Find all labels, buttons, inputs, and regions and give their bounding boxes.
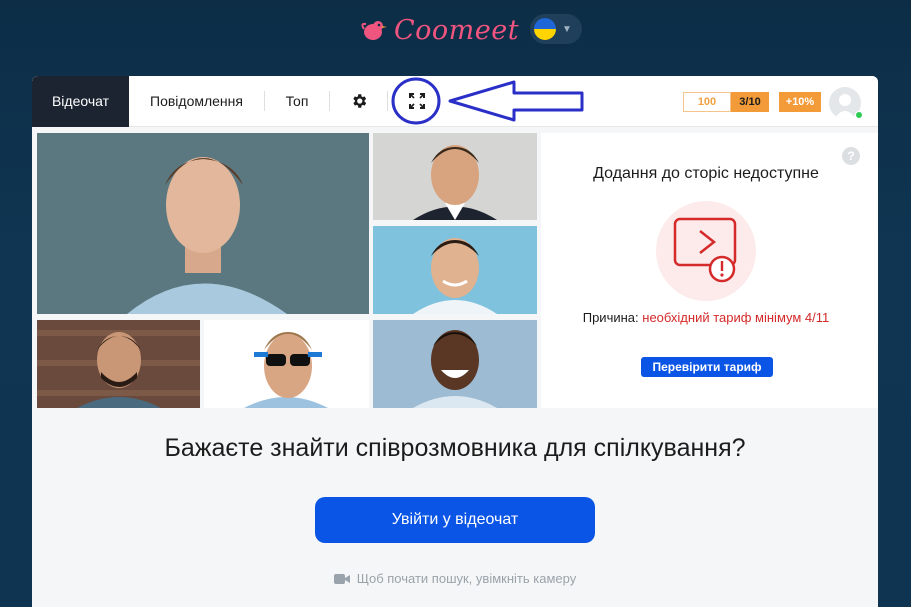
profile-photo[interactable]: [37, 133, 369, 314]
stories-unavailable-illustration: [656, 201, 756, 301]
settings-button[interactable]: [330, 76, 387, 127]
gear-icon: [352, 94, 366, 108]
tab-messages[interactable]: Повідомлення: [129, 76, 264, 127]
help-icon[interactable]: ?: [842, 147, 860, 165]
main-panel: Відеочат Повідомлення Топ 100 3/10 +10%: [32, 76, 878, 607]
bird-logo-icon: [361, 21, 387, 40]
online-status-dot: [855, 111, 863, 119]
profile-photo[interactable]: [373, 133, 537, 220]
stories-title: Додання до сторіс недоступне: [593, 165, 819, 182]
bonus-badge[interactable]: +10%: [779, 92, 821, 112]
chevron-down-icon: ▼: [562, 23, 572, 35]
expand-icon: [408, 93, 425, 109]
profile-photo[interactable]: [204, 320, 369, 408]
reason-text: Причина: необхідний тариф мінімум 4/11: [541, 310, 871, 325]
check-plan-button[interactable]: Перевірити тариф: [641, 357, 773, 377]
camera-icon: [333, 573, 350, 584]
stories-panel: ? Додання до сторіс недоступне Причина: …: [541, 133, 878, 408]
balance-badge[interactable]: 100: [683, 92, 731, 112]
language-switcher[interactable]: ▼: [530, 14, 582, 44]
camera-hint-text: Щоб почати пошук, увімкніть камеру: [356, 571, 577, 586]
progress-badge[interactable]: 3/10: [731, 92, 769, 112]
reason-label: Причина:: [582, 310, 639, 325]
cta-heading: Бажаєте знайти співрозмовника для спілку…: [164, 434, 746, 462]
tab-videochat[interactable]: Відеочат: [32, 76, 129, 127]
profile-photo[interactable]: [373, 320, 537, 408]
profile-photo[interactable]: [37, 320, 200, 408]
profile-photo[interactable]: [373, 226, 537, 314]
camera-hint: Щоб почати пошук, увімкніть камеру: [32, 571, 878, 586]
enter-videochat-button[interactable]: Увійти у відеочат: [315, 497, 595, 543]
reason-requirement: необхідний тариф мінімум 4/11: [642, 310, 830, 325]
fullscreen-button[interactable]: [388, 76, 445, 127]
balance-counters[interactable]: 100 3/10 +10%: [683, 92, 821, 112]
brand-logo[interactable]: Coomeet: [358, 12, 519, 48]
brand-name: Coomeet: [394, 14, 520, 46]
tab-top[interactable]: Топ: [265, 76, 329, 127]
video-warning-icon: [673, 217, 737, 283]
ukraine-flag-icon: [534, 18, 556, 40]
top-navbar: Відеочат Повідомлення Топ 100 3/10 +10%: [32, 76, 878, 127]
